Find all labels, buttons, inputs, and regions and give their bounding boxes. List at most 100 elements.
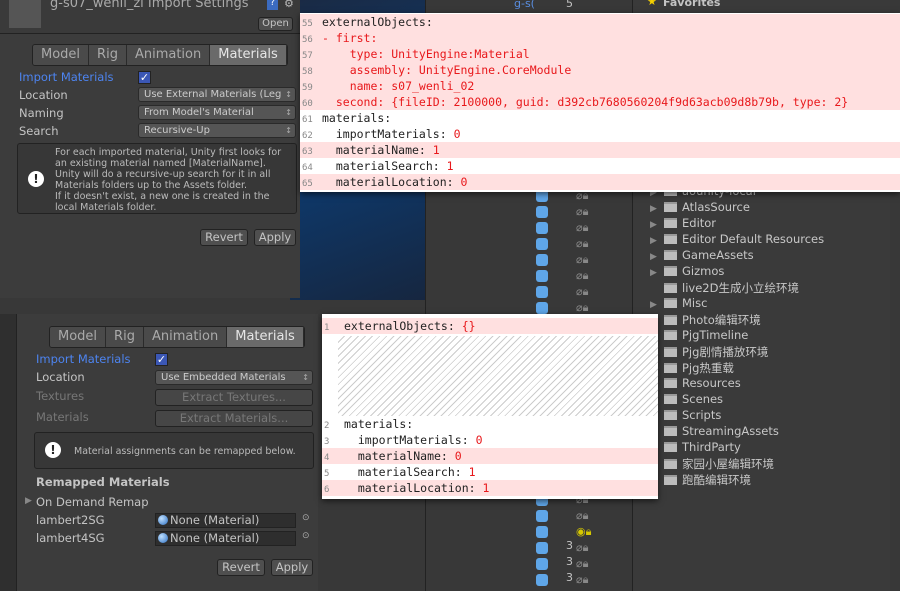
object-picker-icon[interactable]: ⊙ [302,531,310,541]
expand-arrow-icon[interactable]: ▶ [650,268,664,278]
diff-line: 1 externalObjects: {} [322,318,658,334]
tab-rig[interactable]: Rig [89,45,127,65]
apply-button[interactable]: Apply [271,559,313,576]
tab-model[interactable]: Model [33,45,90,65]
top-import-settings-inspector: g-s07_wenli_zi Import Settings ? ⚙ Open … [0,0,300,298]
hidden-eye-icon[interactable]: ⌀🔒︎ [576,269,588,283]
expand-arrow-icon[interactable]: ▶ [650,220,664,230]
project-folder[interactable]: ThirdParty [650,440,741,456]
extract-materials-button[interactable]: Extract Materials... [155,410,313,427]
project-folder[interactable]: ▶ Gizmos [650,264,724,280]
import-materials-checkbox[interactable]: ✓ [155,353,168,366]
material-object-field[interactable]: None (Material) [155,513,296,528]
tab-animation[interactable]: Animation [143,327,228,347]
hierarchy-row[interactable]: ⌀🔒︎ [426,508,626,524]
help-icon[interactable]: ? [267,0,278,10]
folder-icon [664,266,677,276]
folder-icon [664,378,677,388]
hierarchy-row[interactable]: ⌀🔒︎ [426,572,626,588]
project-folder[interactable]: Photo编辑环境 [650,312,761,328]
gear-icon[interactable]: ⚙ [284,0,294,10]
hierarchy-row[interactable]: ⌀🔒︎ [426,540,626,556]
project-folder[interactable]: Resources [650,376,741,392]
remap-name: lambert2SG [36,513,105,527]
tab-model[interactable]: Model [50,327,107,347]
revert-button[interactable]: Revert [217,559,265,576]
expand-arrow-icon[interactable]: ▶ [650,252,664,262]
hidden-eye-icon[interactable]: ⌀🔒︎ [576,237,588,251]
help-text: For each imported material, Unity first … [55,147,282,213]
visible-eye-icon[interactable]: ◉🔒︎ [576,525,591,539]
project-folder[interactable]: Scenes [650,392,723,408]
project-folder[interactable]: ▶ GameAssets [650,248,754,264]
project-folder[interactable]: ▶ Editor [650,216,716,232]
foldout-arrow-icon[interactable]: ▶ [25,496,32,506]
hierarchy-row[interactable]: ⌀🔒︎ [426,204,626,220]
hidden-eye-icon[interactable]: ⌀🔒︎ [576,301,588,315]
expand-arrow-icon[interactable]: ▶ [650,300,664,310]
hidden-eye-icon[interactable]: ⌀🔒︎ [576,541,588,555]
favorites-label[interactable]: Favorites [663,0,720,9]
hierarchy-count: 3 [566,539,573,552]
apply-button[interactable]: Apply [254,229,296,246]
open-button[interactable]: Open [258,17,293,31]
diff-empty-hatch [338,336,658,416]
hierarchy-count: 3 [566,571,573,584]
hidden-eye-icon[interactable]: ⌀🔒︎ [576,253,588,267]
hidden-eye-icon[interactable]: ⌀🔒︎ [576,557,588,571]
project-folder[interactable]: 跑酷编辑环境 [650,472,751,488]
inspector-tabs: Model Rig Animation Materials [49,326,305,348]
folder-icon [664,250,677,260]
tab-rig[interactable]: Rig [106,327,144,347]
tab-animation[interactable]: Animation [126,45,211,65]
location-label: Location [36,370,85,384]
hierarchy-row[interactable]: ◉🔒︎ [426,524,626,540]
project-folder[interactable]: ▶ AtlasSource [650,200,750,216]
project-folder[interactable]: Pjg剧情播放环境 [650,344,768,360]
hierarchy-row[interactable]: ⌀🔒︎ [426,556,626,572]
location-dropdown[interactable]: Use External Materials (Leg [138,87,296,102]
on-demand-remap-foldout[interactable]: On Demand Remap [36,495,149,509]
search-dropdown[interactable]: Recursive-Up [138,123,296,138]
diff-line: 65 materialLocation: 0 [300,174,900,190]
hidden-eye-icon[interactable]: ⌀🔒︎ [576,509,588,523]
expand-arrow-icon[interactable]: ▶ [650,236,664,246]
hidden-eye-icon[interactable]: ⌀🔒︎ [576,285,588,299]
gameobject-cube-icon [536,254,548,266]
hidden-eye-icon[interactable]: ⌀🔒︎ [576,573,588,587]
hidden-eye-icon[interactable]: ⌀🔒︎ [576,205,588,219]
project-folder[interactable]: ▶ Editor Default Resources [650,232,824,248]
search-label: Search [19,124,59,138]
folder-icon [664,347,677,357]
extract-textures-button[interactable]: Extract Textures... [155,389,313,406]
diff-line: 56- first: [300,30,900,46]
diff-line: 4 materialName: 0 [322,448,658,464]
hierarchy-row[interactable]: ⌀🔒︎ [426,268,626,284]
project-folder[interactable]: Pjg热重载 [650,360,734,376]
revert-button[interactable]: Revert [200,229,248,246]
project-folder[interactable]: StreamingAssets [650,424,779,440]
hidden-eye-icon[interactable]: ⌀🔒︎ [576,221,588,235]
project-folder[interactable]: 家园小屋编辑环境 [650,456,774,472]
gameobject-cube-icon [536,558,548,570]
hierarchy-row[interactable]: ⌀🔒︎ [426,284,626,300]
expand-arrow-icon[interactable]: ▶ [650,204,664,214]
hierarchy-row[interactable]: ⌀🔒︎ [426,252,626,268]
project-folder[interactable]: Scripts [650,408,721,424]
project-folder[interactable]: PjgTimeline [650,328,748,344]
material-icon [158,533,168,543]
project-folder[interactable]: ▶ Misc [650,296,707,312]
location-dropdown[interactable]: Use Embedded Materials [155,370,313,385]
hierarchy-row[interactable]: ⌀🔒︎ [426,220,626,236]
top-diff-popup: 55 externalObjects: 56- first: 57 type: Uni… [300,13,900,192]
tab-materials[interactable]: Materials [227,327,304,347]
hierarchy-top-item[interactable]: g-s( [514,0,535,10]
gameobject-cube-icon [536,206,548,218]
object-picker-icon[interactable]: ⊙ [302,513,310,523]
naming-dropdown[interactable]: From Model's Material [138,105,296,120]
import-materials-checkbox[interactable]: ✓ [138,71,151,84]
project-folder[interactable]: live2D生成小立绘环境 [650,280,799,296]
material-object-field[interactable]: None (Material) [155,531,296,546]
hierarchy-row[interactable]: ⌀🔒︎ [426,236,626,252]
tab-materials[interactable]: Materials [210,45,287,65]
